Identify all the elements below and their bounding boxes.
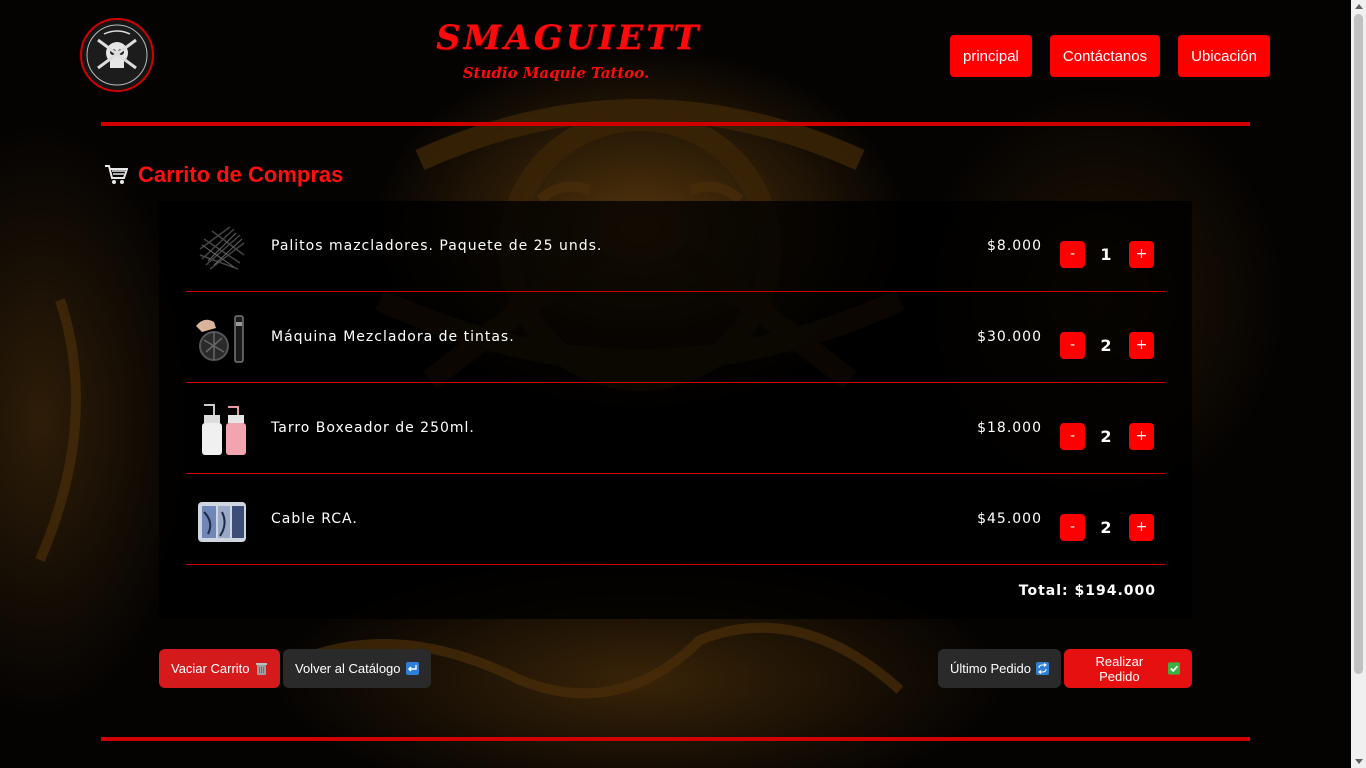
nav-location-button[interactable]: Ubicación — [1178, 35, 1270, 77]
item-name: Cable RCA. — [271, 511, 358, 527]
ink-mixer-image — [196, 315, 244, 363]
page-title: Carrito de Compras — [138, 162, 344, 187]
last-order-button[interactable]: Último Pedido — [938, 649, 1061, 688]
rca-cable-image — [198, 502, 246, 542]
page: SMAGUIETT Studio Maquie Tattoo. principa… — [0, 0, 1366, 768]
last-order-label: Último Pedido — [950, 661, 1031, 676]
nav-principal-button[interactable]: principal — [950, 35, 1032, 77]
place-order-label: Realizar Pedido — [1095, 653, 1144, 684]
back-to-catalog-label: Volver al Catálogo — [295, 661, 401, 676]
cart-item-row: Palitos mazcladores. Paquete de 25 unds.… — [186, 201, 1165, 292]
studio-logo[interactable] — [80, 18, 154, 92]
item-price: $18.000 — [977, 420, 1042, 436]
decrease-qty-button[interactable]: - — [1060, 241, 1085, 268]
decrease-qty-button[interactable]: - — [1060, 332, 1085, 359]
item-quantity: 2 — [1100, 518, 1112, 537]
scroll-thumb[interactable] — [1354, 14, 1363, 674]
item-quantity: 2 — [1100, 427, 1112, 446]
decrease-qty-button[interactable]: - — [1060, 423, 1085, 450]
increase-qty-button[interactable]: + — [1129, 423, 1154, 450]
item-quantity: 2 — [1100, 336, 1112, 355]
repeat-icon — [1035, 662, 1049, 675]
item-quantity: 1 — [1100, 245, 1112, 264]
back-to-catalog-button[interactable]: Volver al Catálogo — [283, 649, 431, 688]
scroll-down-icon[interactable] — [1355, 759, 1363, 764]
vertical-scrollbar[interactable] — [1351, 0, 1366, 768]
header-divider — [101, 122, 1250, 126]
cart-item-row: Máquina Mezcladora de tintas. $30.000 - … — [186, 292, 1165, 383]
place-order-button[interactable]: Realizar Pedido — [1064, 649, 1192, 688]
cart-item-row: Tarro Boxeador de 250ml. $18.000 - 2 + — [186, 383, 1165, 474]
trash-icon — [255, 663, 267, 675]
empty-cart-label: Vaciar Carrito — [171, 661, 250, 676]
cart-heading: Carrito de Compras — [104, 162, 343, 188]
return-arrow-icon — [405, 662, 419, 675]
brand-title: SMAGUIETT — [436, 18, 702, 58]
cart-item-row: Cable RCA. $45.000 - 2 + — [186, 474, 1165, 565]
empty-cart-button[interactable]: Vaciar Carrito — [159, 649, 280, 688]
increase-qty-button[interactable]: + — [1129, 332, 1154, 359]
squeeze-bottles-image — [202, 404, 246, 455]
footer-divider — [101, 737, 1250, 741]
item-price: $8.000 — [987, 238, 1042, 254]
nav-contact-button[interactable]: Contáctanos — [1049, 35, 1161, 77]
cart-panel: Palitos mazcladores. Paquete de 25 unds.… — [159, 201, 1192, 619]
brand: SMAGUIETT Studio Maquie Tattoo. — [436, 18, 702, 82]
shopping-cart-icon — [105, 165, 128, 184]
increase-qty-button[interactable]: + — [1129, 514, 1154, 541]
brand-subtitle: Studio Maquie Tattoo. — [462, 64, 650, 82]
cart-total: Total: $194.000 — [1018, 583, 1156, 599]
item-price: $45.000 — [977, 511, 1042, 527]
check-icon — [1167, 662, 1180, 675]
increase-qty-button[interactable]: + — [1129, 241, 1154, 268]
decrease-qty-button[interactable]: - — [1060, 514, 1085, 541]
item-name: Máquina Mezcladora de tintas. — [271, 329, 515, 345]
mixing-sticks-image — [199, 226, 245, 270]
skull-logo-icon — [86, 24, 148, 86]
main-nav: principal Contáctanos Ubicación — [950, 35, 1270, 77]
scroll-up-icon[interactable] — [1355, 4, 1363, 9]
item-name: Tarro Boxeador de 250ml. — [271, 420, 475, 436]
item-price: $30.000 — [977, 329, 1042, 345]
item-name: Palitos mazcladores. Paquete de 25 unds. — [271, 238, 603, 254]
